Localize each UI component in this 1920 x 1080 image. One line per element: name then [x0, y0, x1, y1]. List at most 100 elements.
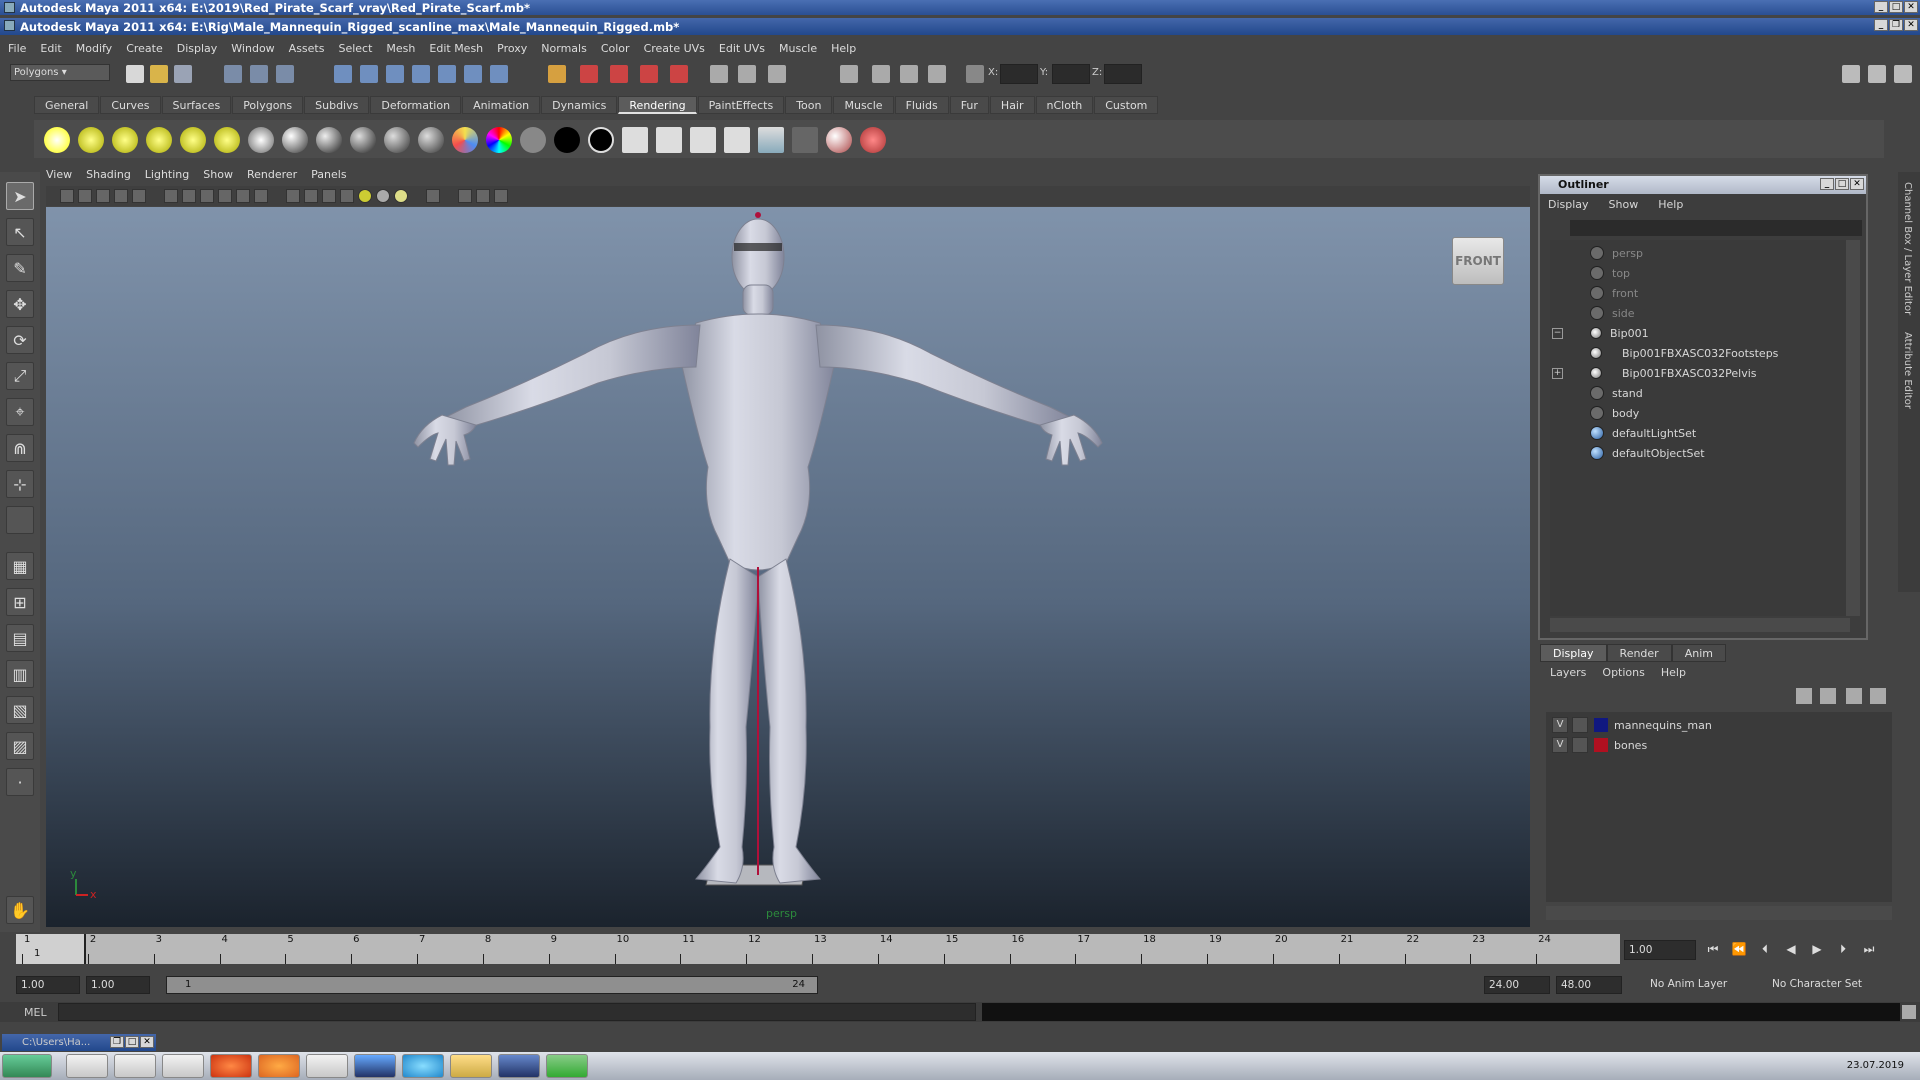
side-tab-attribute-editor[interactable]: Attribute Editor [1902, 332, 1913, 409]
outliner-item-footsteps[interactable]: Bip001FBXASC032Footsteps [1590, 344, 1778, 362]
render-region-icon[interactable] [738, 65, 756, 83]
menu-help[interactable]: Help [831, 42, 856, 55]
shelf-tab-painteffects[interactable]: PaintEffects [697, 96, 785, 114]
taskbar-skype-icon[interactable] [402, 1054, 444, 1078]
outliner-filter-field[interactable] [1570, 220, 1862, 236]
menu-edit-mesh[interactable]: Edit Mesh [429, 42, 483, 55]
ipr-render-icon[interactable] [610, 65, 628, 83]
inner-minimize-button[interactable]: _ [1874, 19, 1888, 31]
render-view-shelf-icon[interactable] [724, 127, 750, 153]
perspective-viewport[interactable]: y x FRONT persp [46, 207, 1530, 927]
shelf-tab-subdivs[interactable]: Subdivs [304, 96, 370, 114]
phonge-icon[interactable] [384, 127, 410, 153]
time-slider[interactable]: 1 1 2 3 4 5 6 7 8 9 10 11 12 13 14 15 16 17 18 19 20 21 22 23 2… [16, 934, 1620, 964]
taskbar-browser-icon[interactable] [210, 1054, 252, 1078]
playback-end-field[interactable]: 24.00 [1484, 976, 1550, 994]
outliner-minimize-button[interactable]: _ [1820, 178, 1834, 190]
shelf-tab-dynamics[interactable]: Dynamics [541, 96, 618, 114]
viewport-menu-show[interactable]: Show [203, 168, 233, 184]
snap-curve-icon[interactable] [360, 65, 378, 83]
menu-file[interactable]: File [8, 42, 26, 55]
layer-menu-layers[interactable]: Layers [1550, 666, 1586, 679]
maximize-button[interactable]: □ [1889, 1, 1903, 13]
shelf-tab-polygons[interactable]: Polygons [232, 96, 304, 114]
ibl-icon[interactable] [248, 127, 274, 153]
layer-row-mannequins-man[interactable]: V mannequins_man [1546, 716, 1892, 734]
inner-close-button[interactable]: ✕ [1904, 19, 1918, 31]
taskbar-terminal-icon[interactable] [114, 1054, 156, 1078]
z-field[interactable] [1104, 64, 1142, 84]
hand-tool-icon[interactable]: ✋ [6, 896, 34, 924]
script-editor-icon[interactable] [1902, 1005, 1916, 1019]
gate-mask-icon[interactable] [218, 189, 232, 203]
y-field[interactable] [1052, 64, 1090, 84]
taskbar-app-icon[interactable] [306, 1054, 348, 1078]
area-light-icon[interactable] [180, 127, 206, 153]
collapse-bip001-icon[interactable]: − [1552, 328, 1563, 339]
lambert-icon[interactable] [282, 127, 308, 153]
shelf-tab-surfaces[interactable]: Surfaces [161, 96, 232, 114]
go-to-end-icon[interactable]: ⏭ [1860, 942, 1878, 958]
range-slider[interactable]: 1 24 [166, 976, 818, 994]
help-query-icon[interactable] [490, 65, 508, 83]
menu-select[interactable]: Select [338, 42, 372, 55]
shelf-tab-rendering[interactable]: Rendering [618, 96, 697, 114]
display-layer-icon[interactable] [768, 65, 786, 83]
render-settings-icon[interactable] [640, 65, 658, 83]
layered-shader-icon[interactable] [452, 127, 478, 153]
move-up-layer-icon[interactable] [1846, 688, 1862, 704]
ambient-light-icon[interactable] [44, 127, 70, 153]
wireframe-on-shaded-icon[interactable] [322, 189, 336, 203]
menu-modify[interactable]: Modify [76, 42, 112, 55]
outliner-item-default-light-set[interactable]: defaultLightSet [1590, 424, 1696, 442]
camera-select-icon[interactable] [60, 189, 74, 203]
play-backward-icon[interactable]: ◀ [1782, 942, 1800, 958]
ipr-shelf-icon[interactable] [792, 127, 818, 153]
shelf-tab-animation[interactable]: Animation [462, 96, 541, 114]
step-back-key-icon[interactable]: ⏪ [1730, 942, 1748, 958]
layer-menu-options[interactable]: Options [1602, 666, 1644, 679]
point-light-icon[interactable] [112, 127, 138, 153]
shadows-icon[interactable] [394, 189, 408, 203]
minimized-restore-button[interactable]: ❐ [110, 1036, 124, 1048]
outliner-horizontal-scrollbar[interactable] [1550, 618, 1850, 632]
make-live-icon[interactable] [438, 65, 456, 83]
select-object-icon[interactable] [250, 65, 268, 83]
step-back-frame-icon[interactable]: ⏴ [1756, 942, 1774, 958]
layer-template-toggle[interactable] [1572, 737, 1588, 753]
layer-tab-render[interactable]: Render [1606, 644, 1672, 662]
menu-normals[interactable]: Normals [541, 42, 587, 55]
minimize-button[interactable]: _ [1874, 1, 1888, 13]
menu-muscle[interactable]: Muscle [779, 42, 817, 55]
channel-toggle-icon[interactable] [1868, 65, 1886, 83]
menu-edit[interactable]: Edit [40, 42, 61, 55]
outliner-item-side[interactable]: side [1590, 304, 1635, 322]
outliner-menu-show[interactable]: Show [1609, 198, 1639, 211]
playback-start-field[interactable]: 1.00 [86, 976, 150, 994]
save-scene-icon[interactable] [174, 65, 192, 83]
high-quality-icon[interactable] [494, 189, 508, 203]
shading-map-icon[interactable] [588, 127, 614, 153]
select-tool-icon[interactable]: ➤ [6, 182, 34, 210]
layer-tab-anim[interactable]: Anim [1671, 644, 1726, 662]
safe-action-icon[interactable] [254, 189, 268, 203]
layer-visibility-toggle[interactable]: V [1552, 737, 1568, 753]
textured-icon[interactable] [340, 189, 354, 203]
persp-outliner-layout-icon[interactable]: ▤ [6, 624, 34, 652]
outliner-item-stand[interactable]: stand [1590, 384, 1643, 402]
xray-joints-icon[interactable] [476, 189, 490, 203]
scale-tool-icon[interactable]: ⤢ [6, 362, 34, 390]
play-forward-icon[interactable]: ▶ [1808, 942, 1826, 958]
directional-light-icon[interactable] [78, 127, 104, 153]
taskbar-maya-2019-icon[interactable] [546, 1054, 588, 1078]
animation-end-field[interactable]: 48.00 [1556, 976, 1622, 994]
tool-settings-icon[interactable] [900, 65, 918, 83]
menu-proxy[interactable]: Proxy [497, 42, 527, 55]
paint-canvas-icon[interactable] [826, 127, 852, 153]
taskbar-maya-2011-icon[interactable] [498, 1054, 540, 1078]
render-layer-icon[interactable] [622, 127, 648, 153]
phong-icon[interactable] [350, 127, 376, 153]
move-down-layer-icon[interactable] [1870, 688, 1886, 704]
minimized-window[interactable]: C:\Users\Ha... ❐ □ ✕ [2, 1034, 156, 1051]
ramp-shader-icon[interactable] [486, 127, 512, 153]
